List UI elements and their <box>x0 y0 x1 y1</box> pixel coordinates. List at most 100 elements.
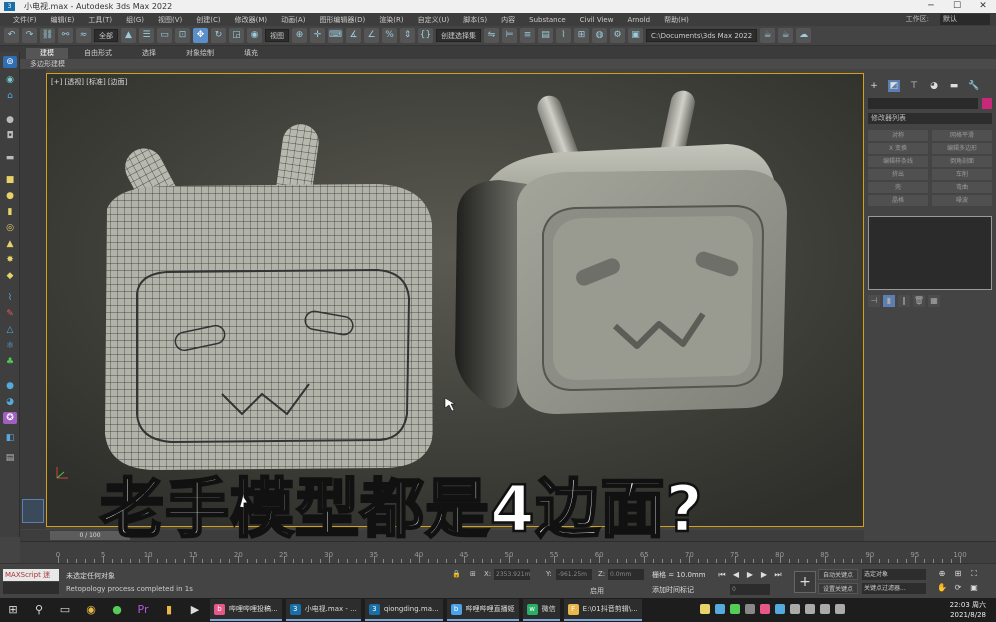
align-icon[interactable]: ⊨ <box>502 28 517 43</box>
set-key-icon[interactable]: + <box>794 571 816 593</box>
next-frame-icon[interactable]: ▶ <box>758 569 770 581</box>
utilities-tab-icon[interactable]: 🔧 <box>968 80 980 92</box>
perspective-viewport[interactable]: [+] [透视] [标准] [边面] <box>46 73 864 527</box>
ref-coord-select[interactable]: 视图 <box>265 29 289 42</box>
render-icon[interactable]: ☕ <box>760 28 776 43</box>
menu-substance[interactable]: Substance <box>522 16 573 24</box>
menu-civil-view[interactable]: Civil View <box>573 16 621 24</box>
taskbar-app[interactable]: b 哔哩哔哩直播姬 <box>446 599 519 621</box>
scene-explorer-icon[interactable]: ⊚ <box>3 56 17 68</box>
menu-tools[interactable]: 工具(T) <box>81 15 119 25</box>
modifier-button[interactable]: 晶格 <box>868 195 928 206</box>
particle-icon[interactable]: ◕ <box>3 396 17 408</box>
volume-icon[interactable] <box>820 604 830 614</box>
ribbon-tab-selection[interactable]: 选择 <box>128 48 170 59</box>
motion-tab-icon[interactable]: ◕ <box>928 80 940 92</box>
zoom-all-icon[interactable]: ⊞ <box>952 568 964 580</box>
premiere-icon[interactable]: Pr <box>130 598 156 622</box>
menu-views[interactable]: 视图(V) <box>151 15 189 25</box>
color-icon[interactable]: ◧ <box>3 432 17 444</box>
modifier-button[interactable]: 挤出 <box>868 169 928 180</box>
show-end-result-icon[interactable]: ▮ <box>883 295 895 307</box>
windows-start-icon[interactable]: ⊞ <box>0 598 26 622</box>
menu-graph-editors[interactable]: 图形编辑器(D) <box>312 15 372 25</box>
modifier-button[interactable]: 网格平滑 <box>932 130 992 141</box>
taskbar-app[interactable]: F E:\01抖音剪辑\... <box>563 599 642 621</box>
box-icon[interactable]: ■ <box>3 174 17 186</box>
selection-filter[interactable]: 全部 <box>94 29 118 42</box>
modifier-button[interactable]: 倒角剖面 <box>932 156 992 167</box>
hierarchy-tab-icon[interactable]: ⊤ <box>908 80 920 92</box>
make-unique-icon[interactable]: ∥ <box>898 295 910 307</box>
torus-icon[interactable]: ◎ <box>3 222 17 234</box>
lightbulb-icon[interactable]: ● <box>3 114 17 126</box>
render-frame-icon[interactable]: ▣ <box>628 28 643 43</box>
material-editor-icon[interactable]: ◍ <box>592 28 607 43</box>
menu-file[interactable]: 文件(F) <box>6 15 44 25</box>
key-filters-button[interactable]: 关键点过滤器... <box>862 583 926 594</box>
video-icon[interactable]: ▶ <box>182 598 208 622</box>
modifier-list-select[interactable]: 修改器列表 <box>868 113 992 124</box>
link-icon[interactable]: ⛓ <box>40 28 55 43</box>
menu-edit[interactable]: 编辑(E) <box>44 15 82 25</box>
ribbon-tab-freeform[interactable]: 自由形式 <box>70 48 126 59</box>
menu-content[interactable]: 内容 <box>494 15 522 25</box>
plugin-icon[interactable]: ✪ <box>3 412 17 424</box>
go-start-icon[interactable]: ⏮ <box>716 569 728 581</box>
add-time-tag[interactable]: 添加时间标记 <box>652 585 694 595</box>
modifier-button[interactable]: 对称 <box>868 130 928 141</box>
pan-icon[interactable]: ✋ <box>936 582 948 594</box>
home-icon[interactable]: ⌂ <box>3 90 17 102</box>
play-icon[interactable]: ▶ <box>744 569 756 581</box>
window-crossing-icon[interactable]: ⊡ <box>175 28 190 43</box>
transform-mode-icon[interactable]: ⊞ <box>470 570 476 578</box>
maximize-button[interactable]: ☐ <box>944 0 970 13</box>
maxscript-listener[interactable]: MAXScript 迷 <box>3 569 59 581</box>
folder-icon[interactable]: ▮ <box>156 598 182 622</box>
material-ball-icon[interactable]: ● <box>3 380 17 392</box>
place-icon[interactable]: ◉ <box>247 28 262 43</box>
prev-frame-icon[interactable]: ◀ <box>730 569 742 581</box>
tray-app-icon[interactable] <box>745 604 755 614</box>
minimize-button[interactable]: ─ <box>918 0 944 13</box>
search-icon[interactable]: ⚲ <box>26 598 52 622</box>
menu-customize[interactable]: 自定义(U) <box>411 15 457 25</box>
project-path[interactable]: C:\Documents\3ds Max 2022 <box>646 29 758 42</box>
scene-explorer-icon[interactable]: ▤ <box>538 28 553 43</box>
schematic-icon[interactable]: ⊞ <box>574 28 589 43</box>
plant-icon[interactable]: ♣ <box>3 356 17 368</box>
select-by-name-icon[interactable]: ☰ <box>139 28 154 43</box>
lock-icon[interactable]: 🔒 <box>452 570 461 578</box>
taskbar-app[interactable]: w 微信 <box>522 599 560 621</box>
clock[interactable]: 22:03 周六 2021/8/28 <box>950 600 986 620</box>
zoom-extents-icon[interactable]: ⛶ <box>968 568 980 580</box>
zoom-icon[interactable]: ⊕ <box>936 568 948 580</box>
display-tab-icon[interactable]: ▬ <box>948 80 960 92</box>
workspace-select[interactable]: 默认 <box>940 14 990 25</box>
selection-sets-select[interactable]: 选定对象 <box>862 569 926 580</box>
camera-icon[interactable]: ◘ <box>3 130 17 142</box>
taskbar-app[interactable]: 3 qiongding.ma... <box>364 599 443 621</box>
redo-icon[interactable]: ↷ <box>22 28 37 43</box>
y-coord-field[interactable]: -961.25m <box>556 569 592 580</box>
modifier-stack[interactable] <box>868 216 992 290</box>
modifier-button[interactable]: 编辑样条线 <box>868 156 928 167</box>
menu-create[interactable]: 创建(C) <box>189 15 227 25</box>
tray-app-icon[interactable] <box>775 604 785 614</box>
orbit-icon[interactable]: ⟳ <box>952 582 964 594</box>
scale-icon[interactable]: ◲ <box>229 28 244 43</box>
bind-space-warp-icon[interactable]: ≈ <box>76 28 91 43</box>
bend-icon[interactable]: ✎ <box>3 308 17 320</box>
taskbar-app[interactable]: b 哔哩哔哩投稿... <box>210 599 282 621</box>
auto-key-button[interactable]: 自动关键点 <box>818 569 858 580</box>
display-icon[interactable]: ▬ <box>3 152 17 164</box>
modifier-button[interactable]: X 变换 <box>868 143 928 154</box>
select-object-icon[interactable]: ▲ <box>121 28 136 43</box>
maximize-viewport-icon[interactable]: ▣ <box>968 582 980 594</box>
taskbar-app[interactable]: 3 小电视.max - ... <box>285 599 361 621</box>
ime-icon[interactable] <box>835 604 845 614</box>
sphere-icon[interactable]: ● <box>3 190 17 202</box>
tray-app-icon[interactable] <box>760 604 770 614</box>
task-view-icon[interactable]: ▭ <box>52 598 78 622</box>
edit-named-sets-icon[interactable]: {} <box>418 28 433 43</box>
